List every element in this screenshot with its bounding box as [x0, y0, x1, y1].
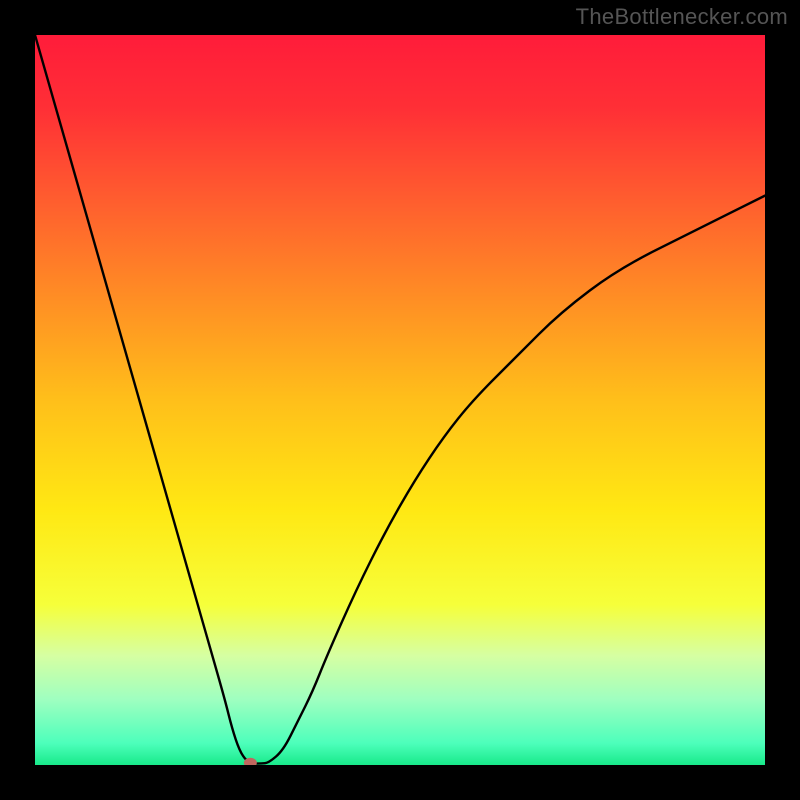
plot-area [35, 35, 765, 765]
chart-container: TheBottlenecker.com [0, 0, 800, 800]
chart-svg [35, 35, 765, 765]
chart-background [35, 35, 765, 765]
watermark-text: TheBottlenecker.com [576, 4, 788, 30]
